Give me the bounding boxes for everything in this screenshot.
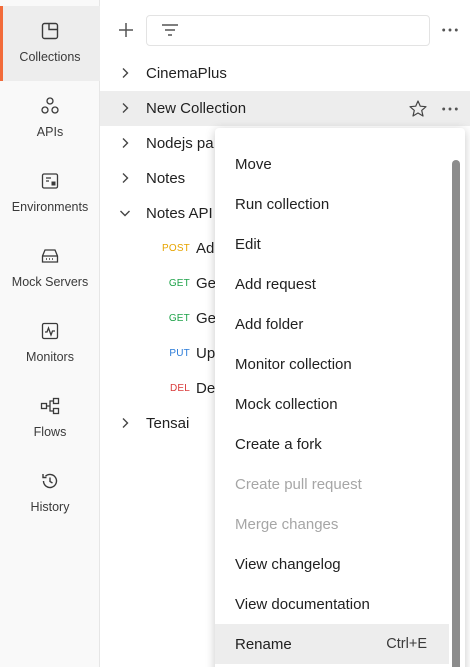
chevron-down-icon — [120, 210, 130, 217]
apis-icon — [39, 95, 61, 117]
sidebar-item-label: Collections — [19, 50, 81, 64]
request-name: Ge — [196, 275, 217, 292]
menu-item-rename[interactable]: Rename Ctrl+E — [215, 624, 449, 664]
menu-item-label: Create a fork — [235, 435, 322, 453]
sidebar-item-environments[interactable]: Environments — [0, 156, 100, 231]
menu-item-label: Merge changes — [235, 515, 339, 533]
menu-item-label: Add request — [235, 275, 316, 293]
collection-row[interactable]: CinemaPlus — [100, 56, 470, 91]
collection-name: Nodejs pa — [146, 135, 214, 152]
filter-icon — [162, 24, 178, 36]
menu-item-view-changelog[interactable]: View changelog — [215, 544, 449, 584]
sidebar-item-apis[interactable]: APIs — [0, 81, 100, 156]
menu-item-mock-collection[interactable]: Mock collection — [215, 384, 449, 424]
collection-row[interactable]: New Collection — [100, 91, 470, 126]
menu-item-merge-changes: Merge changes — [215, 504, 449, 544]
menu-item-label: Mock collection — [235, 395, 338, 413]
plus-icon — [119, 23, 133, 37]
chevron-right-icon — [122, 173, 129, 183]
method-badge: GET — [168, 313, 190, 324]
method-badge: PUT — [169, 348, 190, 359]
sidebar-item-label: Monitors — [26, 350, 74, 364]
environments-icon — [39, 170, 61, 192]
mock-servers-icon — [39, 245, 61, 267]
collection-more-button[interactable] — [438, 97, 462, 121]
method-badge: POST — [161, 243, 190, 254]
menu-item-label: View documentation — [235, 595, 370, 613]
menu-item-create-fork[interactable]: Create a fork — [215, 424, 449, 464]
menu-item-label: Create pull request — [235, 475, 362, 493]
menu-item-label: Move — [235, 155, 272, 173]
history-icon — [39, 470, 61, 492]
sidebar-item-collections[interactable]: Collections — [0, 6, 100, 81]
more-icon — [442, 107, 458, 111]
collection-name: CinemaPlus — [146, 65, 227, 82]
collections-toolbar — [100, 0, 470, 60]
collection-name: New Collection — [146, 100, 247, 117]
menu-item-edit[interactable]: Edit — [215, 224, 449, 264]
more-icon — [442, 28, 458, 32]
sidebar-item-label: Flows — [33, 425, 67, 439]
menu-item-monitor-collection[interactable]: Monitor collection — [215, 344, 449, 384]
more-options-button[interactable] — [438, 18, 462, 42]
add-collection-button[interactable] — [114, 18, 138, 42]
sidebar-item-monitors[interactable]: Monitors — [0, 306, 100, 381]
collection-name: Notes — [146, 170, 186, 187]
chevron-right-icon — [122, 138, 129, 148]
menu-item-label: Run collection — [235, 195, 330, 213]
request-name: De — [196, 380, 216, 397]
menu-item-label: Edit — [235, 235, 261, 253]
menu-item-label: Monitor collection — [235, 355, 352, 373]
request-name: Ge — [196, 310, 217, 327]
menu-item-label: View changelog — [235, 555, 341, 573]
menu-item-move[interactable]: Move — [215, 144, 449, 184]
sidebar-item-label: APIs — [36, 125, 64, 139]
shortcut-hint: Ctrl+E — [386, 636, 427, 652]
collection-name: Tensai — [146, 415, 190, 432]
filter-input[interactable] — [146, 15, 430, 46]
sidebar-item-flows[interactable]: Flows — [0, 381, 100, 456]
collection-context-menu: Move Run collection Edit Add request Add… — [215, 128, 465, 667]
chevron-right-icon — [122, 418, 129, 428]
star-icon[interactable] — [408, 99, 428, 119]
sidebar-item-label: History — [30, 500, 70, 514]
chevron-right-icon — [122, 68, 129, 78]
left-sidebar: Collections APIs Environments Mock Serve… — [0, 0, 100, 667]
chevron-right-icon — [122, 103, 129, 113]
menu-scrollbar-thumb[interactable] — [452, 160, 460, 667]
menu-item-add-request[interactable]: Add request — [215, 264, 449, 304]
collections-icon — [39, 20, 61, 42]
request-name: Up — [196, 345, 216, 362]
method-badge: DEL — [169, 383, 190, 394]
request-name: Ad — [196, 240, 215, 257]
sidebar-item-mock-servers[interactable]: Mock Servers — [0, 231, 100, 306]
method-badge: GET — [168, 278, 190, 289]
sidebar-item-history[interactable]: History — [0, 456, 100, 531]
menu-item-run-collection[interactable]: Run collection — [215, 184, 449, 224]
menu-item-label: Rename — [235, 635, 292, 653]
collection-name: Notes API — [146, 205, 213, 222]
menu-item-add-folder[interactable]: Add folder — [215, 304, 449, 344]
monitors-icon — [39, 320, 61, 342]
menu-item-label: Add folder — [235, 315, 304, 333]
menu-item-view-documentation[interactable]: View documentation — [215, 584, 449, 624]
sidebar-item-label: Environments — [11, 200, 89, 214]
flows-icon — [39, 395, 61, 417]
menu-item-create-pull-request: Create pull request — [215, 464, 449, 504]
sidebar-item-label: Mock Servers — [11, 275, 89, 289]
